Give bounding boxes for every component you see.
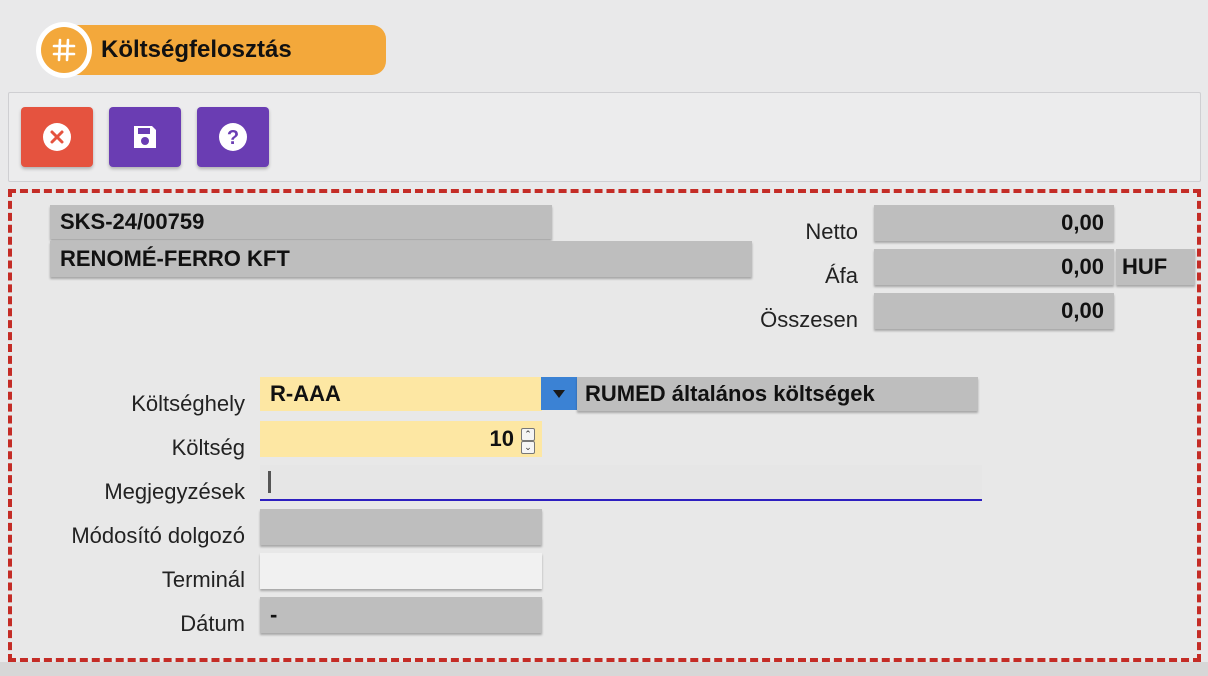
koltseg-label: Költség: [171, 435, 245, 460]
koltseg-stepper[interactable]: ⌃ ⌄: [519, 427, 537, 455]
modosito-dolgozo-label: Módosító dolgozó: [71, 523, 245, 548]
netto-label: Netto: [805, 219, 858, 244]
save-button[interactable]: [109, 107, 181, 167]
stepper-up-icon[interactable]: ⌃: [521, 428, 535, 441]
terminal-label: Terminál: [161, 567, 245, 592]
datum-field: -: [260, 597, 542, 633]
afa-value-field: 0,00: [874, 249, 1114, 285]
svg-text:?: ?: [227, 127, 239, 149]
afa-label: Áfa: [824, 263, 858, 288]
terminal-field: [260, 553, 542, 589]
title-icon-badge: [36, 22, 92, 78]
text-cursor: [268, 471, 271, 493]
currency-field: HUF: [1116, 249, 1195, 285]
datum-label: Dátum: [180, 611, 245, 636]
toolbar: [8, 92, 1201, 182]
bottom-edge: [0, 662, 1208, 676]
stepper-down-icon[interactable]: ⌄: [521, 441, 535, 454]
question-circle-icon: ?: [219, 123, 247, 151]
hash-icon: [41, 27, 87, 73]
osszesen-label: Összesen: [760, 307, 858, 332]
close-circle-icon: [43, 123, 71, 151]
page-title: Költségfelosztás: [101, 36, 292, 63]
partner-name-field: RENOMÉ-FERRO KFT: [50, 241, 752, 277]
koltseghely-label: Költséghely: [131, 391, 245, 416]
koltseghely-dropdown-button[interactable]: [541, 377, 577, 410]
megjegyzesek-input[interactable]: [260, 465, 982, 501]
netto-value-field: 0,00: [874, 205, 1114, 241]
koltseghely-name-field: RUMED általános költségek: [577, 377, 978, 411]
megjegyzesek-label: Megjegyzések: [104, 479, 245, 504]
floppy-disk-icon: [134, 126, 156, 148]
osszesen-value-field: 0,00: [874, 293, 1114, 329]
modosito-dolgozo-field: [260, 509, 542, 545]
cancel-button[interactable]: [21, 107, 93, 167]
koltseghely-code-select[interactable]: R-AAA: [260, 377, 542, 411]
help-button[interactable]: ?: [197, 107, 269, 167]
document-number-field: SKS-24/00759: [50, 205, 552, 239]
koltseg-input[interactable]: 10: [260, 421, 542, 457]
caret-down-icon: [553, 389, 565, 398]
